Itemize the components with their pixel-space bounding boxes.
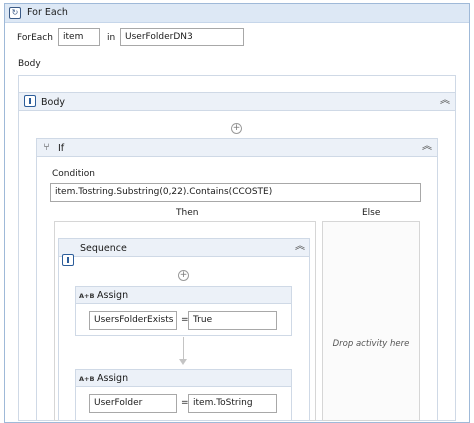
double-chevron-up-icon[interactable]: ︽ [440, 96, 450, 106]
if-title: If [58, 143, 65, 154]
body-sequence-title: Body [41, 97, 65, 108]
assign-icon: A+B [79, 292, 95, 300]
plus-circle-icon[interactable]: + [178, 270, 189, 281]
assign-to-field[interactable]: UsersFolderExists [89, 311, 177, 330]
item-variable-field[interactable]: item [58, 28, 100, 46]
assign-title: Assign [97, 290, 129, 301]
else-drop-zone[interactable] [322, 221, 420, 421]
foreach-header[interactable] [5, 4, 469, 23]
in-label: in [107, 33, 116, 43]
if-header[interactable] [37, 139, 437, 157]
then-label: Then [176, 208, 199, 218]
body-sequence-header[interactable] [19, 92, 455, 111]
sequence-icon [24, 95, 36, 107]
body-label: Body [18, 59, 41, 69]
double-chevron-up-icon[interactable]: ︽ [422, 142, 432, 152]
assign-icon: A+B [79, 375, 95, 383]
assign-title: Assign [97, 373, 129, 384]
sequence-title: Sequence [80, 243, 127, 254]
condition-field[interactable]: item.Tostring.Substring(0,22).Contains(C… [50, 183, 421, 202]
condition-label: Condition [52, 169, 95, 179]
sequence-icon [62, 254, 74, 266]
assign-value-field[interactable]: item.ToString [188, 394, 277, 413]
branch-icon: ⑂ [43, 142, 50, 153]
plus-circle-icon[interactable]: + [231, 123, 242, 134]
loop-icon: ↻ [9, 7, 21, 19]
drop-activity-hint: Drop activity here [332, 339, 410, 349]
flow-arrow-icon [179, 359, 187, 365]
collection-field[interactable]: UserFolderDN3 [120, 28, 244, 46]
assign-to-field[interactable]: UserFolder [89, 394, 177, 413]
assign-value-field[interactable]: True [188, 311, 277, 330]
foreach-label: ForEach [17, 33, 53, 43]
double-chevron-up-icon[interactable]: ︽ [295, 242, 305, 252]
foreach-title: For Each [27, 7, 68, 18]
else-label: Else [362, 208, 381, 218]
